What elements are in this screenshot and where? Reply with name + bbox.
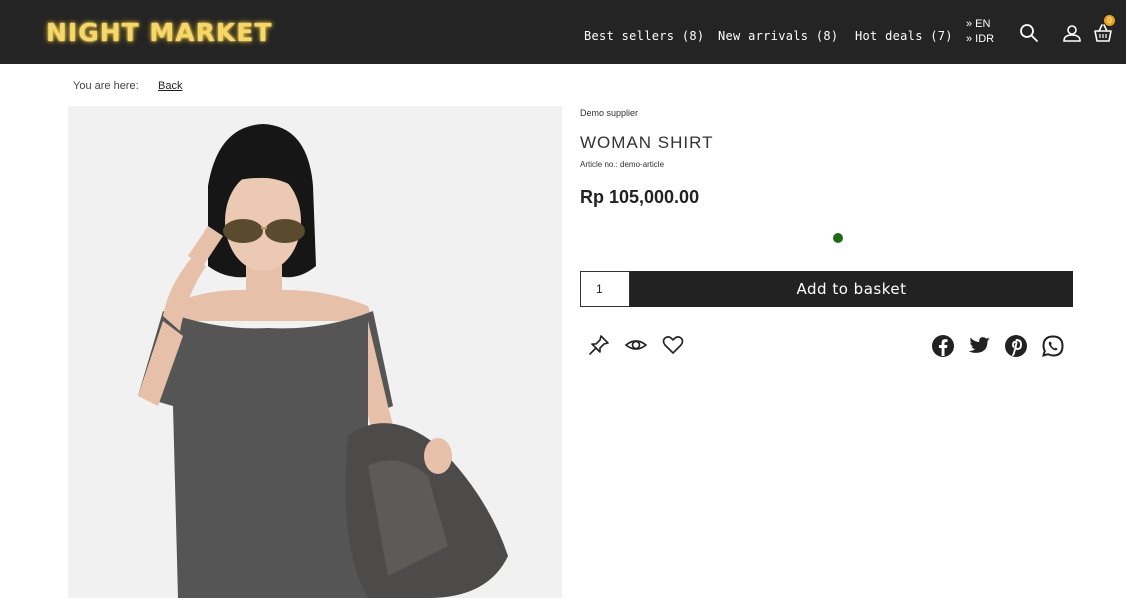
user-icon[interactable] <box>1061 22 1083 44</box>
whatsapp-icon[interactable] <box>1041 334 1065 358</box>
product-image[interactable] <box>68 106 562 598</box>
article-number: Article no.: demo-article <box>580 160 665 169</box>
pinterest-icon[interactable] <box>1004 334 1028 358</box>
quantity-input[interactable] <box>580 271 630 307</box>
language-switch[interactable]: » EN <box>966 17 994 32</box>
basket-count-badge: 0 <box>1104 15 1115 26</box>
twitter-icon[interactable] <box>967 334 991 358</box>
supplier-name: Demo supplier <box>580 108 639 118</box>
nav-hot-deals[interactable]: Hot deals (7) <box>855 29 953 43</box>
stock-status-indicator <box>833 233 843 243</box>
search-icon[interactable] <box>1018 22 1040 44</box>
nav-new-arrivals[interactable]: New arrivals (8) <box>718 29 838 43</box>
add-to-basket-button[interactable]: Add to basket <box>630 271 1073 307</box>
woman-in-grey-shirt-photo <box>68 106 562 598</box>
product-title: WOMAN SHIRT <box>580 133 714 152</box>
back-link[interactable]: Back <box>158 80 182 92</box>
heart-icon[interactable] <box>661 333 685 357</box>
facebook-icon[interactable] <box>931 334 955 358</box>
site-logo[interactable]: NIGHT MARKET <box>46 18 272 47</box>
breadcrumb: You are here: Back <box>73 80 182 92</box>
product-price: Rp 105,000.00 <box>580 187 700 207</box>
nav-best-sellers[interactable]: Best sellers (8) <box>584 29 704 43</box>
site-header: NIGHT MARKET Best sellers (8) New arriva… <box>0 0 1126 64</box>
eye-icon[interactable] <box>624 333 648 357</box>
currency-switch[interactable]: » IDR <box>966 32 994 47</box>
locale-switcher: » EN » IDR <box>966 17 994 47</box>
pin-icon[interactable] <box>587 333 611 357</box>
breadcrumb-label: You are here: <box>73 80 139 92</box>
